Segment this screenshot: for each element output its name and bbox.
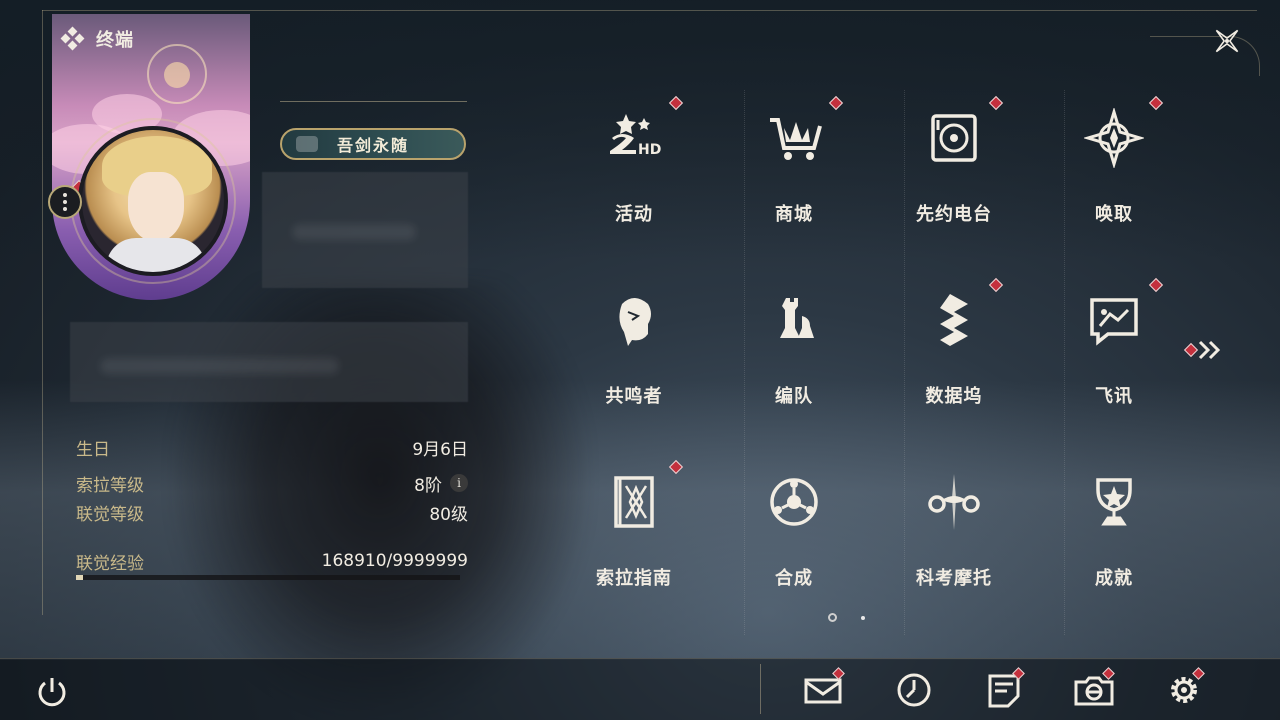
stat-label: 生日 [76, 439, 110, 460]
avatar-body [106, 238, 206, 272]
notice-badge [828, 95, 844, 111]
hidden-signature-panel [70, 322, 468, 402]
grid-item-label: 合成 [775, 568, 813, 589]
title-emblem-icon [296, 136, 318, 152]
shop-cart-icon [770, 118, 822, 160]
grid-item-label: 数据坞 [925, 386, 983, 407]
grid-item-label: 科考摩托 [916, 568, 992, 589]
grid-item-messages[interactable]: 飞讯 [1034, 260, 1194, 440]
synthesis-icon [770, 478, 818, 526]
double-chevron-right-icon [1198, 340, 1221, 360]
svg-text:HD: HD [638, 142, 661, 158]
resonator-head-icon [619, 298, 651, 346]
power-icon [38, 678, 66, 707]
notice-badge [668, 95, 684, 111]
next-page-button[interactable] [1183, 336, 1222, 364]
stat-label: 索拉等级 [76, 475, 144, 496]
camera-button[interactable] [1074, 667, 1115, 710]
close-button[interactable] [1210, 24, 1244, 58]
notice-badge [988, 277, 1004, 293]
grid-item-label: 商城 [775, 204, 813, 225]
info-icon[interactable]: i [450, 474, 468, 492]
terminal-diamond-icon [60, 26, 85, 51]
stat-union-exp: 联觉经验 168910/9999999 [76, 548, 468, 574]
more-dot-icon [63, 207, 67, 211]
grid-item-data-dock[interactable]: 数据坞 [874, 260, 1034, 440]
stat-value: 168910/9999999 [321, 551, 468, 571]
title-badge-label: 吾剑永随 [336, 136, 409, 155]
stat-value: 80级 [429, 504, 468, 525]
notice-badge [1148, 277, 1164, 293]
grid-item-label: 共鸣者 [605, 386, 663, 407]
radio-record-icon [931, 114, 977, 162]
bottom-divider [760, 664, 761, 714]
page-indicator [828, 613, 865, 622]
stat-sola-level: 索拉等级 8阶 i [76, 470, 468, 496]
grid-item-label: 编队 [775, 386, 813, 407]
grid-item-achievements[interactable]: 成就 [1034, 442, 1194, 622]
next-page-badge [1183, 342, 1199, 358]
settings-button[interactable] [1164, 667, 1205, 710]
team-chess-icon [780, 298, 814, 338]
grid-item-label: 成就 [1095, 568, 1133, 589]
notice-badge [668, 459, 684, 475]
clock-button[interactable] [894, 670, 934, 710]
power-button[interactable] [32, 672, 72, 712]
profile-more-button[interactable] [48, 185, 82, 219]
exp-progress-fill [76, 575, 83, 580]
grid-item-radio[interactable]: 先约电台 [874, 78, 1034, 258]
notice-badge [1148, 95, 1164, 111]
grid-item-resonators[interactable]: 共鸣者 [554, 260, 714, 440]
grid-item-sola-guide[interactable]: 索拉指南 [554, 442, 714, 622]
grid-item-label: 先约电台 [916, 204, 992, 225]
data-dock-icon [940, 294, 968, 346]
exp-progress-bar [76, 575, 460, 580]
grid-item-label: 唤取 [1095, 204, 1133, 225]
motorbike-icon [928, 474, 980, 530]
grid-item-shop[interactable]: 商城 [714, 78, 874, 258]
page-title: 终端 [96, 30, 134, 51]
more-dot-icon [63, 200, 67, 204]
notice-badge [988, 95, 1004, 111]
grid-item-motorbike[interactable]: 科考摩托 [874, 442, 1034, 622]
page-dot[interactable] [861, 615, 865, 620]
grid-item-summon[interactable]: 唤取 [1034, 78, 1194, 258]
frame-line-top [42, 10, 1257, 11]
summon-compass-icon [1084, 108, 1144, 168]
avatar-face [128, 172, 184, 242]
stat-union-level: 联觉等级 80级 [76, 499, 468, 525]
clock-icon [897, 673, 931, 707]
grid-item-label: 索拉指南 [596, 568, 672, 589]
stat-label: 联觉等级 [76, 504, 144, 525]
mail-button[interactable] [804, 667, 845, 710]
stat-value: 9月6日 [412, 439, 468, 460]
profile-divider [280, 101, 467, 102]
page-dot[interactable] [828, 613, 837, 622]
grid-item-label: 飞讯 [1095, 386, 1133, 407]
card-sun-core [164, 62, 190, 88]
stat-label: 联觉经验 [76, 553, 144, 574]
grid-item-activity[interactable]: HD 活动 [554, 78, 714, 258]
grid-item-synthesis[interactable]: 合成 [714, 442, 874, 622]
frame-line-left [42, 10, 43, 615]
more-dot-icon [63, 193, 67, 197]
title-badge[interactable]: 吾剑永随 [280, 128, 466, 160]
avatar[interactable] [78, 126, 228, 276]
event-2hd-icon: HD [610, 114, 661, 158]
stat-value: 8阶 [414, 475, 442, 496]
grid-item-label: 活动 [615, 204, 653, 225]
stat-birthday: 生日 9月6日 [76, 434, 468, 460]
guide-book-icon [614, 476, 654, 528]
terminal-header: 终端 [60, 26, 134, 52]
grid-item-team[interactable]: 编队 [714, 260, 874, 440]
hidden-name-panel [262, 172, 468, 288]
chat-message-icon [1090, 298, 1138, 346]
close-icon [1215, 29, 1239, 53]
notes-button[interactable] [984, 667, 1025, 710]
trophy-icon [1096, 478, 1132, 526]
